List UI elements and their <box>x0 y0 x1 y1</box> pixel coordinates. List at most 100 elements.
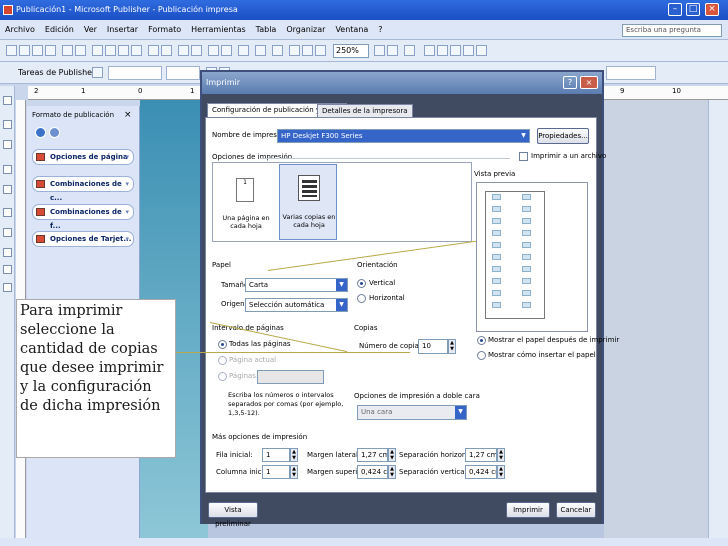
duplex-select[interactable]: Una cara ▼ <box>357 405 467 420</box>
copies-input[interactable]: 10 <box>418 339 448 354</box>
menu-insertar[interactable]: Insertar <box>102 20 143 40</box>
flip-icon[interactable] <box>221 45 232 56</box>
menu-ventana[interactable]: Ventana <box>330 20 373 40</box>
print-preview-button[interactable]: Vista preliminar <box>208 502 258 528</box>
start-row-input[interactable]: 1 <box>262 448 290 462</box>
pages-input[interactable] <box>257 370 324 384</box>
align-icon[interactable] <box>289 45 300 56</box>
special-characters-icon[interactable] <box>302 45 313 56</box>
option-multiple-copies[interactable]: Varias copias en cada hoja <box>279 164 337 240</box>
save-icon[interactable] <box>32 45 43 56</box>
table-icon[interactable] <box>3 140 12 149</box>
printer-select[interactable]: HP Deskjet F300 Series ▼ <box>277 129 530 143</box>
rotate-icon[interactable] <box>208 45 219 56</box>
new-icon[interactable] <box>6 45 17 56</box>
cut-icon[interactable] <box>92 45 103 56</box>
cancel-button[interactable]: Cancelar <box>556 502 596 518</box>
open-icon[interactable] <box>19 45 30 56</box>
copy-icon[interactable] <box>105 45 116 56</box>
task-pane-close-icon[interactable]: × <box>124 110 132 120</box>
copies-spinner[interactable]: ▲ ▼ <box>448 339 456 354</box>
menu-edicion[interactable]: Edición <box>40 20 79 40</box>
back-icon[interactable] <box>35 127 46 138</box>
undo-dropdown-icon[interactable] <box>178 45 189 56</box>
pages-radio[interactable] <box>218 372 227 381</box>
redo-dropdown-icon[interactable] <box>191 45 202 56</box>
v-sep-input[interactable]: 0,424 cm <box>465 465 497 479</box>
task-pane-icon[interactable] <box>424 45 435 56</box>
redo-icon[interactable] <box>161 45 172 56</box>
ask-question-input[interactable]: Escriba una pregunta <box>622 24 722 37</box>
picture-icon[interactable] <box>3 185 12 194</box>
paste-icon[interactable] <box>118 45 129 56</box>
task-item-card-options[interactable]: Opciones de Tarjet... ▾ <box>32 231 134 247</box>
v-sep-spinner[interactable]: ▲ ▼ <box>497 465 505 479</box>
menu-archivo[interactable]: Archivo <box>0 20 40 40</box>
zoom-in-icon[interactable] <box>387 45 398 56</box>
current-page-radio[interactable] <box>218 356 227 365</box>
undo-icon[interactable] <box>148 45 159 56</box>
start-col-spinner[interactable]: ▲ ▼ <box>290 465 298 479</box>
menu-herramientas[interactable]: Herramientas <box>186 20 251 40</box>
task-item-color-schemes[interactable]: Combinaciones de c... ▾ <box>32 176 134 202</box>
vertical-scrollbar[interactable] <box>708 100 728 546</box>
text-box-icon[interactable] <box>3 120 12 129</box>
side-margin-input[interactable]: 1,27 cm <box>357 448 388 462</box>
start-col-input[interactable]: 1 <box>262 465 290 479</box>
menu-help[interactable]: ? <box>373 20 387 40</box>
line-icon[interactable] <box>3 208 12 217</box>
close-icon[interactable]: × <box>705 3 719 16</box>
paragraph-icon[interactable] <box>315 45 326 56</box>
maximize-icon[interactable]: □ <box>686 3 700 16</box>
h-sep-input[interactable]: 1,27 cm <box>465 448 497 462</box>
rectangle-icon[interactable] <box>3 265 12 274</box>
properties-button[interactable]: Propiedades... <box>537 128 589 144</box>
print-button[interactable]: Imprimir <box>506 502 550 518</box>
menu-ver[interactable]: Ver <box>79 20 102 40</box>
show-insert-radio[interactable] <box>477 351 486 360</box>
show-paper-radio[interactable] <box>477 336 486 345</box>
vertical-radio[interactable] <box>357 279 366 288</box>
group-icon[interactable] <box>450 45 461 56</box>
autoshapes-icon[interactable] <box>3 283 12 292</box>
toolbar-blank-field[interactable] <box>606 66 656 80</box>
print-icon[interactable] <box>45 45 56 56</box>
zoom-select[interactable]: 250% <box>333 44 369 58</box>
connect-icon[interactable] <box>463 45 474 56</box>
top-margin-input[interactable]: 0,424 cm <box>357 465 388 479</box>
publisher-tasks-button[interactable]: Tareas de Publisher <box>18 68 95 77</box>
size-select[interactable]: Carta ▼ <box>245 278 348 292</box>
minimize-icon[interactable]: – <box>668 3 682 16</box>
insert-table-icon[interactable] <box>255 45 266 56</box>
side-margin-spinner[interactable]: ▲ ▼ <box>388 448 396 462</box>
origin-select[interactable]: Selección automática ▼ <box>245 298 348 312</box>
top-margin-spinner[interactable]: ▲ ▼ <box>388 465 396 479</box>
task-toggle-icon[interactable] <box>92 67 103 78</box>
horizontal-radio[interactable] <box>357 294 366 303</box>
menu-organizar[interactable]: Organizar <box>281 20 330 40</box>
dialog-help-icon[interactable]: ? <box>563 76 577 89</box>
wordart-icon[interactable] <box>3 165 12 174</box>
format-painter-icon[interactable] <box>131 45 142 56</box>
columns-icon[interactable] <box>272 45 283 56</box>
print-to-file-checkbox[interactable] <box>519 152 528 161</box>
option-one-per-sheet[interactable]: 1 Una página en cada hoja <box>215 165 275 241</box>
arrow-icon[interactable] <box>3 228 12 237</box>
all-pages-radio[interactable] <box>218 340 227 349</box>
insert-hyperlink-icon[interactable] <box>238 45 249 56</box>
task-item-font-schemes[interactable]: Combinaciones de f... ▾ <box>32 204 134 230</box>
style-select[interactable] <box>108 66 162 80</box>
menu-formato[interactable]: Formato <box>143 20 186 40</box>
tab-printer-details[interactable]: Detalles de la impresora <box>317 104 413 118</box>
font-select[interactable] <box>166 66 200 80</box>
arrange-icon[interactable] <box>437 45 448 56</box>
task-item-page-options[interactable]: Opciones de página ▾ <box>32 149 134 165</box>
h-sep-spinner[interactable]: ▲ ▼ <box>497 448 505 462</box>
start-row-spinner[interactable]: ▲ ▼ <box>290 448 298 462</box>
spelling-icon[interactable] <box>75 45 86 56</box>
dialog-close-icon[interactable]: × <box>580 76 598 89</box>
layers-icon[interactable] <box>476 45 487 56</box>
select-icon[interactable] <box>3 96 12 105</box>
oval-icon[interactable] <box>3 248 12 257</box>
menu-tabla[interactable]: Tabla <box>251 20 282 40</box>
